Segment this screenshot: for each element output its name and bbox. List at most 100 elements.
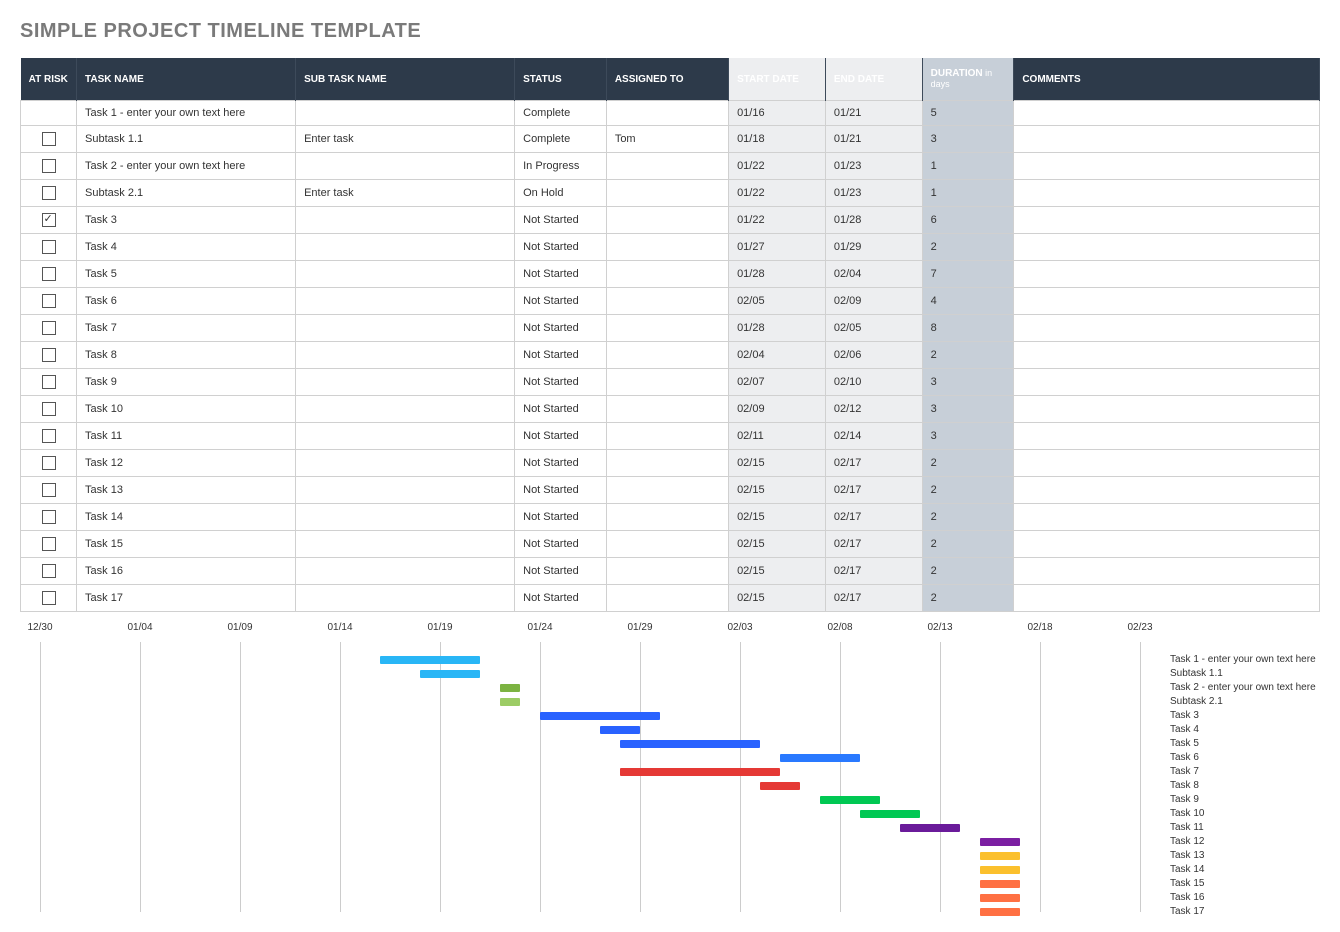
comments-cell[interactable]: [1014, 423, 1320, 450]
task-cell[interactable]: Task 3: [77, 207, 296, 234]
comments-cell[interactable]: [1014, 342, 1320, 369]
task-cell[interactable]: Task 8: [77, 342, 296, 369]
status-cell[interactable]: Not Started: [515, 396, 607, 423]
duration-cell[interactable]: 4: [922, 288, 1014, 315]
duration-cell[interactable]: 6: [922, 207, 1014, 234]
risk-checkbox[interactable]: [42, 213, 56, 227]
duration-cell[interactable]: 3: [922, 369, 1014, 396]
duration-cell[interactable]: 2: [922, 342, 1014, 369]
assigned-cell[interactable]: [606, 153, 728, 180]
duration-cell[interactable]: 2: [922, 531, 1014, 558]
duration-cell[interactable]: 7: [922, 261, 1014, 288]
status-cell[interactable]: Not Started: [515, 288, 607, 315]
task-cell[interactable]: Task 17: [77, 585, 296, 612]
risk-checkbox[interactable]: [42, 483, 56, 497]
assigned-cell[interactable]: [606, 207, 728, 234]
start-cell[interactable]: 02/15: [729, 504, 826, 531]
end-cell[interactable]: 01/28: [825, 207, 922, 234]
sub-cell[interactable]: [296, 369, 515, 396]
risk-cell[interactable]: [21, 558, 77, 585]
assigned-cell[interactable]: [606, 101, 728, 126]
sub-cell[interactable]: [296, 101, 515, 126]
risk-checkbox[interactable]: [42, 267, 56, 281]
end-cell[interactable]: 02/06: [825, 342, 922, 369]
status-cell[interactable]: Not Started: [515, 261, 607, 288]
start-cell[interactable]: 02/15: [729, 450, 826, 477]
status-cell[interactable]: On Hold: [515, 180, 607, 207]
end-cell[interactable]: 01/23: [825, 180, 922, 207]
risk-checkbox[interactable]: [42, 159, 56, 173]
sub-cell[interactable]: [296, 396, 515, 423]
risk-cell[interactable]: [21, 180, 77, 207]
status-cell[interactable]: In Progress: [515, 153, 607, 180]
sub-cell[interactable]: [296, 531, 515, 558]
duration-cell[interactable]: 3: [922, 423, 1014, 450]
comments-cell[interactable]: [1014, 153, 1320, 180]
comments-cell[interactable]: [1014, 126, 1320, 153]
assigned-cell[interactable]: [606, 369, 728, 396]
start-cell[interactable]: 01/18: [729, 126, 826, 153]
duration-cell[interactable]: 8: [922, 315, 1014, 342]
risk-checkbox[interactable]: [42, 429, 56, 443]
start-cell[interactable]: 01/28: [729, 261, 826, 288]
comments-cell[interactable]: [1014, 531, 1320, 558]
risk-checkbox[interactable]: [42, 321, 56, 335]
risk-checkbox[interactable]: [42, 402, 56, 416]
task-cell[interactable]: Task 16: [77, 558, 296, 585]
risk-cell[interactable]: [21, 369, 77, 396]
start-cell[interactable]: 01/22: [729, 153, 826, 180]
status-cell[interactable]: Not Started: [515, 531, 607, 558]
status-cell[interactable]: Complete: [515, 126, 607, 153]
comments-cell[interactable]: [1014, 101, 1320, 126]
assigned-cell[interactable]: [606, 315, 728, 342]
task-cell[interactable]: Task 14: [77, 504, 296, 531]
start-cell[interactable]: 01/22: [729, 180, 826, 207]
assigned-cell[interactable]: Tom: [606, 126, 728, 153]
assigned-cell[interactable]: [606, 180, 728, 207]
assigned-cell[interactable]: [606, 504, 728, 531]
assigned-cell[interactable]: [606, 261, 728, 288]
end-cell[interactable]: 02/12: [825, 396, 922, 423]
start-cell[interactable]: 02/09: [729, 396, 826, 423]
task-cell[interactable]: Task 6: [77, 288, 296, 315]
risk-cell[interactable]: [21, 342, 77, 369]
duration-cell[interactable]: 2: [922, 450, 1014, 477]
end-cell[interactable]: 02/17: [825, 558, 922, 585]
start-cell[interactable]: 01/16: [729, 101, 826, 126]
task-cell[interactable]: Task 12: [77, 450, 296, 477]
risk-cell[interactable]: [21, 315, 77, 342]
end-cell[interactable]: 02/14: [825, 423, 922, 450]
risk-checkbox[interactable]: [42, 537, 56, 551]
comments-cell[interactable]: [1014, 558, 1320, 585]
risk-checkbox[interactable]: [42, 456, 56, 470]
comments-cell[interactable]: [1014, 450, 1320, 477]
risk-cell[interactable]: [21, 234, 77, 261]
start-cell[interactable]: 02/07: [729, 369, 826, 396]
end-cell[interactable]: 02/17: [825, 585, 922, 612]
end-cell[interactable]: 02/10: [825, 369, 922, 396]
sub-cell[interactable]: [296, 504, 515, 531]
assigned-cell[interactable]: [606, 450, 728, 477]
end-cell[interactable]: 01/29: [825, 234, 922, 261]
status-cell[interactable]: Not Started: [515, 423, 607, 450]
task-cell[interactable]: Task 9: [77, 369, 296, 396]
risk-cell[interactable]: [21, 450, 77, 477]
risk-cell[interactable]: [21, 531, 77, 558]
risk-cell[interactable]: [21, 585, 77, 612]
start-cell[interactable]: 02/04: [729, 342, 826, 369]
start-cell[interactable]: 01/22: [729, 207, 826, 234]
assigned-cell[interactable]: [606, 477, 728, 504]
status-cell[interactable]: Not Started: [515, 585, 607, 612]
risk-checkbox[interactable]: [42, 375, 56, 389]
status-cell[interactable]: Not Started: [515, 504, 607, 531]
duration-cell[interactable]: 3: [922, 126, 1014, 153]
duration-cell[interactable]: 5: [922, 101, 1014, 126]
sub-cell[interactable]: [296, 261, 515, 288]
task-cell[interactable]: Task 13: [77, 477, 296, 504]
status-cell[interactable]: Not Started: [515, 369, 607, 396]
assigned-cell[interactable]: [606, 423, 728, 450]
assigned-cell[interactable]: [606, 531, 728, 558]
comments-cell[interactable]: [1014, 504, 1320, 531]
sub-cell[interactable]: [296, 315, 515, 342]
comments-cell[interactable]: [1014, 180, 1320, 207]
